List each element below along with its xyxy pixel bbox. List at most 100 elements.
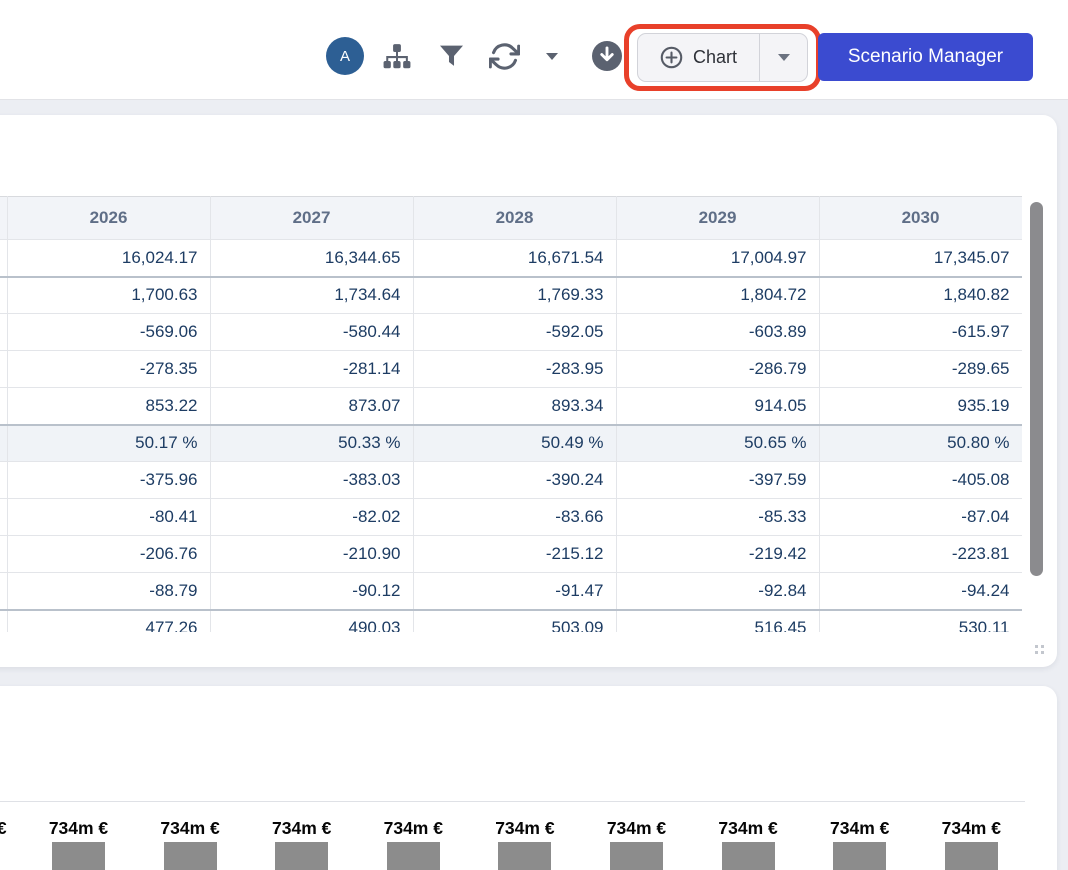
table-cell[interactable]: 490.03 (210, 610, 413, 633)
table-cell[interactable]: -85.33 (616, 499, 819, 536)
table-cell[interactable]: -405.08 (819, 462, 1022, 499)
table-cell[interactable]: 1,734.64 (210, 277, 413, 314)
table-cell[interactable]: 16,344.65 (210, 240, 413, 277)
table-cell[interactable]: -80.41 (7, 499, 210, 536)
add-chart-button[interactable]: Chart (638, 34, 760, 81)
chart-button-label: Chart (693, 47, 737, 68)
column-header-2029[interactable]: 2029 (616, 197, 819, 240)
bar-value-label: 734m € (703, 818, 793, 839)
table-cell[interactable]: 50.80 % (819, 425, 1022, 462)
vertical-scrollbar-thumb[interactable] (1030, 202, 1043, 576)
bar-value-label: 734m € (257, 818, 347, 839)
table-cell[interactable]: 914.05 (616, 388, 819, 425)
table-cell[interactable]: 873.07 (210, 388, 413, 425)
table-cell[interactable]: 17,345.07 (819, 240, 1022, 277)
chevron-down-icon (546, 53, 558, 60)
table-cell[interactable]: -206.76 (7, 536, 210, 573)
table-header-sliver (0, 197, 7, 240)
table-cell-sliver (0, 277, 7, 314)
table-cell[interactable]: 16,671.54 (413, 240, 616, 277)
table-cell[interactable]: 50.17 % (7, 425, 210, 462)
column-header-2030[interactable]: 2030 (819, 197, 1022, 240)
table-cell[interactable]: -91.47 (413, 573, 616, 610)
table-cell[interactable]: 1,804.72 (616, 277, 819, 314)
chart-button-dropdown[interactable] (760, 34, 807, 81)
table-cell[interactable]: -615.97 (819, 314, 1022, 351)
table-cell-sliver (0, 425, 7, 462)
table-row: 853.22873.07893.34914.05935.19 (0, 388, 1022, 425)
bar-value-label: 734m € (145, 818, 235, 839)
table-cell[interactable]: 516.45 (616, 610, 819, 633)
table-cell[interactable]: -92.84 (616, 573, 819, 610)
bar[interactable] (945, 842, 998, 870)
bar[interactable] (164, 842, 217, 870)
table-cell[interactable]: -278.35 (7, 351, 210, 388)
table-cell[interactable]: 853.22 (7, 388, 210, 425)
refresh-icon[interactable] (489, 41, 520, 72)
filter-icon[interactable] (440, 45, 463, 67)
scenario-manager-button[interactable]: Scenario Manager (818, 33, 1033, 81)
refresh-dropdown-caret-icon[interactable] (546, 53, 558, 60)
table-cell[interactable]: -375.96 (7, 462, 210, 499)
sitemap-icon[interactable] (383, 43, 411, 70)
table-cell[interactable]: 50.49 % (413, 425, 616, 462)
table-cell[interactable]: -283.95 (413, 351, 616, 388)
table-cell[interactable]: -580.44 (210, 314, 413, 351)
table-cell[interactable]: 17,004.97 (616, 240, 819, 277)
card-resize-handle-icon[interactable] (1035, 645, 1045, 654)
table-cell[interactable]: 935.19 (819, 388, 1022, 425)
table-cell[interactable]: 16,024.17 (7, 240, 210, 277)
table-cell[interactable]: -223.81 (819, 536, 1022, 573)
table-cell[interactable]: -94.24 (819, 573, 1022, 610)
table-cell[interactable]: -390.24 (413, 462, 616, 499)
table-cell[interactable]: -82.02 (210, 499, 413, 536)
table-cell-sliver (0, 610, 7, 633)
bar[interactable] (387, 842, 440, 870)
bar[interactable] (275, 842, 328, 870)
table-cell[interactable]: 530.11 (819, 610, 1022, 633)
table-cell[interactable]: 50.65 % (616, 425, 819, 462)
table-cell[interactable]: -90.12 (210, 573, 413, 610)
bar[interactable] (610, 842, 663, 870)
table-cell[interactable]: 893.34 (413, 388, 616, 425)
column-header-2026[interactable]: 2026 (7, 197, 210, 240)
table-header-row: 2026 2027 2028 2029 2030 (0, 197, 1022, 240)
avatar[interactable]: A (326, 37, 364, 75)
bar[interactable] (833, 842, 886, 870)
bar[interactable] (722, 842, 775, 870)
table-cell[interactable]: 1,700.63 (7, 277, 210, 314)
table-cell[interactable]: -286.79 (616, 351, 819, 388)
column-header-2028[interactable]: 2028 (413, 197, 616, 240)
plus-circle-icon (660, 46, 683, 69)
table-cell[interactable]: -603.89 (616, 314, 819, 351)
download-icon[interactable] (592, 41, 622, 71)
bar[interactable] (498, 842, 551, 870)
table-cell[interactable]: -88.79 (7, 573, 210, 610)
table-cell[interactable]: -397.59 (616, 462, 819, 499)
table-cell[interactable]: -210.90 (210, 536, 413, 573)
table-cell-sliver (0, 573, 7, 610)
table-cell[interactable]: -83.66 (413, 499, 616, 536)
table-cell[interactable]: -215.12 (413, 536, 616, 573)
bar-value-label: 734m € (815, 818, 905, 839)
table-cell[interactable]: 50.33 % (210, 425, 413, 462)
table-row: 477.26490.03503.09516.45530.11 (0, 610, 1022, 633)
table-cell[interactable]: -87.04 (819, 499, 1022, 536)
table-cell-sliver (0, 351, 7, 388)
table-cell[interactable]: -569.06 (7, 314, 210, 351)
table-cell[interactable]: -592.05 (413, 314, 616, 351)
table-row: 16,024.1716,344.6516,671.5417,004.9717,3… (0, 240, 1022, 277)
column-header-2027[interactable]: 2027 (210, 197, 413, 240)
table-cell[interactable]: -383.03 (210, 462, 413, 499)
table-cell[interactable]: 503.09 (413, 610, 616, 633)
table-cell-sliver (0, 240, 7, 277)
chart-gridline (0, 801, 1025, 802)
table-cell[interactable]: 1,840.82 (819, 277, 1022, 314)
bar[interactable] (52, 842, 105, 870)
table-cell[interactable]: 1,769.33 (413, 277, 616, 314)
table-cell[interactable]: -281.14 (210, 351, 413, 388)
table-cell[interactable]: 477.26 (7, 610, 210, 633)
data-table-wrap: 2026 2027 2028 2029 2030 16,024.1716,344… (0, 196, 1022, 632)
table-cell[interactable]: -219.42 (616, 536, 819, 573)
table-cell[interactable]: -289.65 (819, 351, 1022, 388)
